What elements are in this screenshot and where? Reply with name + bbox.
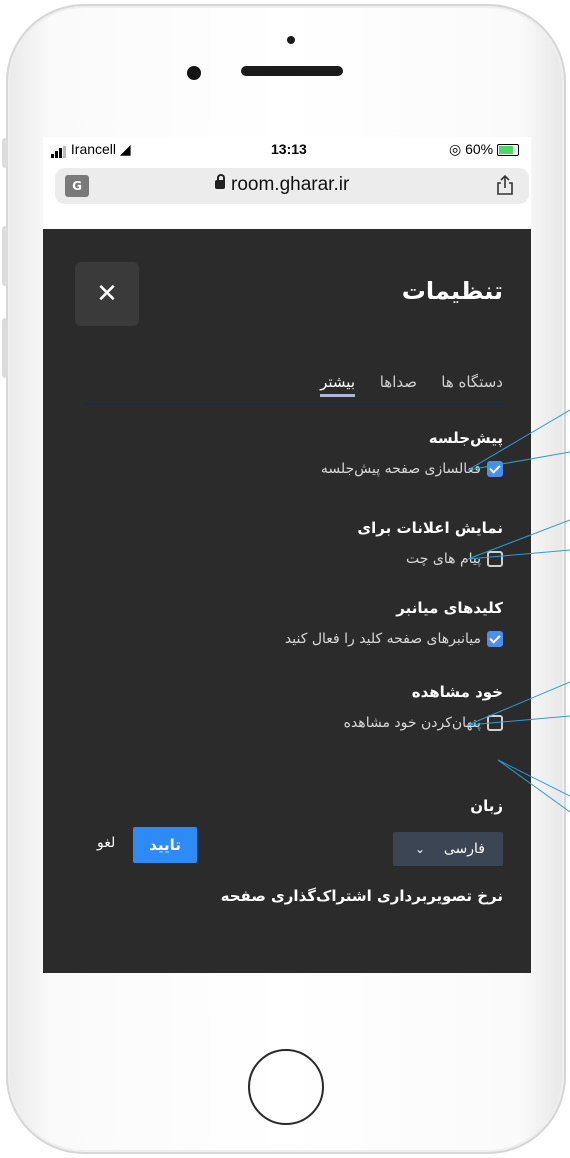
- status-time: 13:13: [271, 141, 307, 157]
- carrier-name: Irancell: [70, 141, 117, 157]
- share-icon[interactable]: [495, 174, 515, 196]
- ok-button[interactable]: تایید: [133, 827, 197, 863]
- status-left: Irancell ◢: [51, 141, 131, 158]
- close-button[interactable]: ✕: [75, 262, 139, 326]
- translate-icon[interactable]: G: [65, 175, 89, 197]
- section-language-title: زبان: [470, 797, 503, 815]
- option-chat-messages[interactable]: پیام های چت: [406, 551, 503, 567]
- section-selfview-title: خود مشاهده: [411, 683, 503, 701]
- section-prejoin-title: پیش‌جلسه: [428, 429, 503, 447]
- option-prejoin[interactable]: فعالسازی صفحه پیش‌جلسه: [321, 461, 503, 477]
- shortcuts-label: میانبرهای صفحه کلید را فعال کنید: [284, 631, 481, 647]
- tab-more[interactable]: بیشتر: [320, 373, 355, 397]
- cancel-button[interactable]: لغو: [97, 835, 115, 851]
- tab-sounds[interactable]: صداها: [380, 373, 417, 391]
- volume-up-button: [2, 226, 8, 286]
- url-label: room.gharar.ir: [231, 174, 350, 195]
- dialog-title: تنظیمات: [401, 277, 503, 305]
- home-button[interactable]: [248, 1049, 324, 1125]
- tab-devices[interactable]: دستگاه ها: [441, 373, 503, 391]
- battery-icon: [497, 144, 519, 157]
- wifi-icon: ◢: [119, 141, 131, 157]
- chat-messages-checkbox[interactable]: [487, 551, 503, 567]
- status-bar: Irancell ◢ 13:13 ◎ 60%: [43, 137, 531, 163]
- chevron-down-icon: ⌄: [415, 842, 426, 856]
- language-value: فارسی: [443, 841, 485, 857]
- signal-icon: [51, 142, 67, 158]
- address-bar[interactable]: G room.gharar.ir: [55, 168, 529, 204]
- mute-switch: [2, 138, 8, 168]
- section-framerate-title: نرخ تصویربرداری اشتراک‌گذاری صفحه: [220, 887, 503, 905]
- settings-tabs: دستگاه ها صداها بیشتر: [85, 373, 503, 405]
- earpiece-speaker: [241, 66, 343, 76]
- option-shortcuts[interactable]: میانبرهای صفحه کلید را فعال کنید: [285, 631, 503, 647]
- settings-dialog: ✕ تنظیمات دستگاه ها صداها بیشتر پیش‌جلسه…: [43, 229, 531, 973]
- battery-percent: 60%: [465, 141, 494, 157]
- front-camera: [187, 66, 201, 80]
- section-shortcuts-title: کلیدهای میانبر: [396, 599, 503, 617]
- lock-icon: [215, 174, 225, 190]
- status-right: ◎ 60%: [449, 141, 519, 158]
- prejoin-checkbox[interactable]: [487, 461, 503, 477]
- chat-messages-label: پیام های چت: [406, 551, 481, 567]
- prejoin-label: فعالسازی صفحه پیش‌جلسه: [320, 461, 481, 477]
- hide-selfview-label: پنهان‌کردن خود مشاهده: [343, 715, 481, 731]
- language-select[interactable]: فارسی ⌄: [393, 832, 503, 866]
- proximity-sensor: [287, 36, 295, 44]
- volume-down-button: [2, 318, 8, 378]
- section-notifications-title: نمایش اعلانات برای: [357, 519, 503, 537]
- rotation-lock-icon: ◎: [448, 141, 462, 157]
- url-text[interactable]: room.gharar.ir: [215, 174, 349, 196]
- hide-selfview-checkbox[interactable]: [487, 715, 503, 731]
- option-hide-selfview[interactable]: پنهان‌کردن خود مشاهده: [344, 715, 503, 731]
- phone-screen: Irancell ◢ 13:13 ◎ 60% G room.gharar.ir …: [43, 137, 531, 973]
- shortcuts-checkbox[interactable]: [487, 631, 503, 647]
